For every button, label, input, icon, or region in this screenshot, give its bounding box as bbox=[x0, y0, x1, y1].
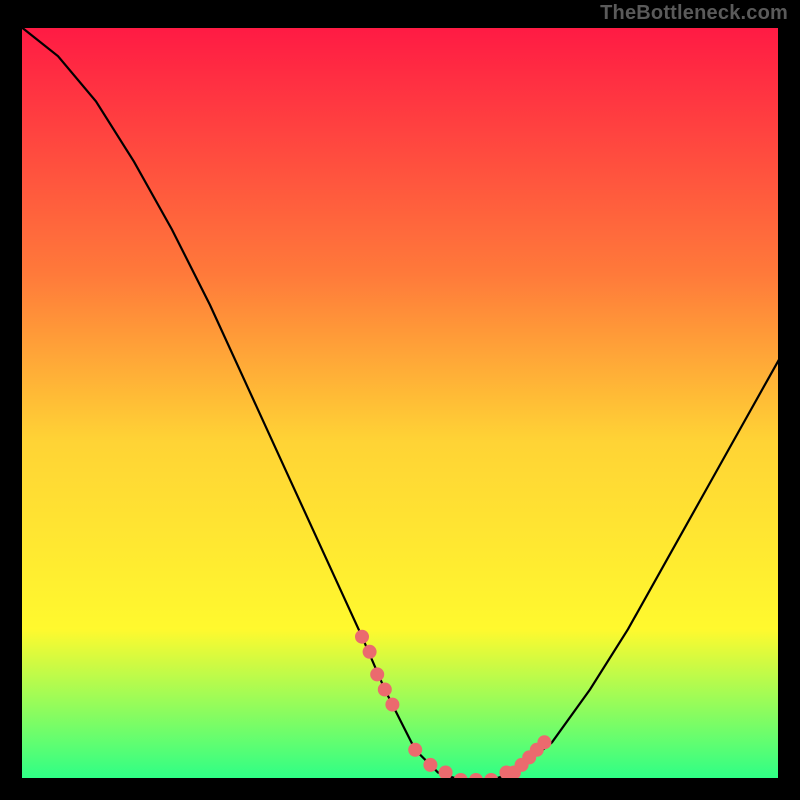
marker-dot bbox=[423, 758, 437, 772]
outer-bottom-margin bbox=[0, 780, 800, 800]
marker-dot bbox=[355, 630, 369, 644]
marker-dot bbox=[385, 698, 399, 712]
marker-dot bbox=[363, 645, 377, 659]
bottleneck-chart bbox=[0, 0, 800, 800]
outer-right-margin bbox=[780, 0, 800, 800]
watermark-text: TheBottleneck.com bbox=[600, 2, 788, 25]
marker-dot bbox=[378, 683, 392, 697]
chart-frame: TheBottleneck.com bbox=[0, 0, 800, 800]
marker-dot bbox=[537, 735, 551, 749]
marker-dot bbox=[439, 766, 453, 780]
marker-dot bbox=[408, 743, 422, 757]
plot-background bbox=[20, 26, 780, 780]
marker-dot bbox=[370, 667, 384, 681]
outer-left-margin bbox=[0, 0, 20, 800]
